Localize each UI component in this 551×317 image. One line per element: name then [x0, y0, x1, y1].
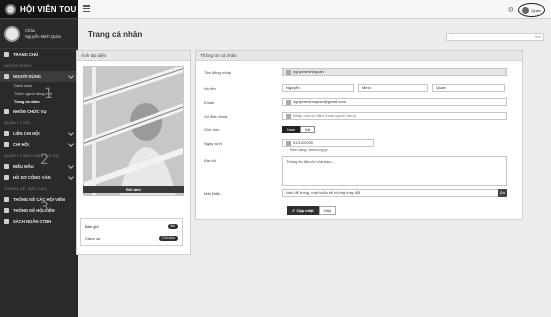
calendar-icon — [286, 140, 291, 146]
user-name: Nguyễn Minh Quân — [25, 33, 62, 39]
member-stats: Bản ghi Đủ Chức vụ Chủ tịch — [80, 218, 183, 246]
sidebar-sub-add-user[interactable]: Thêm người dùng mới — [0, 90, 78, 98]
phone-label: Số điện thoại — [204, 113, 228, 119]
sidebar: HỘI VIÊN TOU Chào Nguyễn Minh Quân TRANG… — [0, 0, 78, 317]
toggle-password-button[interactable]: Ẩn — [498, 189, 507, 197]
sidebar-item-branches[interactable]: CHI HỘI — [0, 139, 78, 150]
annotation-mark-1: 1 — [44, 86, 53, 102]
user-icon — [286, 69, 291, 75]
phone-field[interactable]: Nhập vào số điện thoại người dùng — [282, 112, 507, 120]
group-icon — [4, 131, 9, 136]
sidebar-item-docs[interactable]: HỒ SƠ CÔNG VĂN — [0, 172, 78, 183]
user-panel: Chào Nguyễn Minh Quân — [0, 19, 78, 49]
sidebar-item-members[interactable]: LIÊN CHI HỘI — [0, 128, 78, 139]
fullname-label: Họ tên — [204, 85, 216, 91]
dob-label: Ngày sinh — [204, 140, 222, 146]
email-label: Email — [204, 99, 215, 105]
first-name-field[interactable]: Quân — [432, 84, 505, 92]
menu-toggle-icon[interactable] — [83, 5, 90, 13]
sidebar-item-home[interactable]: TRANG CHỦ — [0, 49, 78, 60]
document-icon — [4, 175, 9, 180]
avatar — [522, 6, 530, 14]
change-photo-button[interactable]: Đổi ảnh — [83, 186, 184, 193]
gender-male-button[interactable]: Nam — [282, 126, 301, 133]
address-label: Địa chỉ — [204, 158, 217, 163]
topbar: ⚙ Quân — [78, 0, 551, 19]
signature-label: Mật khẩu — [204, 190, 221, 196]
sidebar-sub-profile[interactable]: Trang cá nhân — [0, 98, 78, 106]
phone-icon — [286, 113, 291, 119]
dob-field[interactable]: 31/12/2000 — [282, 139, 374, 147]
sidebar-item-users[interactable]: NGƯỜI DÙNG — [0, 71, 78, 82]
envelope-icon — [286, 99, 291, 105]
list-item: Chức vụ Chủ tịch — [81, 234, 182, 243]
gender-label: Giới tính — [204, 127, 220, 132]
chevron-down-icon — [68, 141, 74, 147]
search-button[interactable]: Go! — [535, 34, 541, 40]
avatar-card-title: Ảnh đại diện — [77, 51, 190, 61]
sidebar-item-stats-club[interactable]: THỐNG KÊ HỘI VIÊN — [0, 205, 78, 216]
email-field[interactable]: nguyenminhquan@gmail.com — [282, 98, 507, 106]
list-item: Bản ghi Đủ — [81, 222, 182, 231]
info-card-title: Thông tin cá nhân — [196, 51, 522, 61]
sidebar-group-associations: QUẢN LÝ HỘI — [4, 121, 31, 125]
personal-info-card: Thông tin cá nhân Tên đăng nhập nguyenmi… — [195, 50, 523, 220]
profile-photo-image — [84, 67, 183, 195]
last-name-field[interactable]: Nguyễn — [282, 84, 354, 92]
sidebar-header: HỘI VIÊN TOU — [0, 0, 78, 19]
gender-female-button[interactable]: Nữ — [300, 126, 316, 133]
annotation-mark-2: 2 — [40, 152, 49, 168]
status-badge: Đủ — [167, 224, 178, 229]
cancel-button[interactable]: Hủy — [319, 206, 337, 215]
chevron-down-icon — [68, 73, 74, 79]
chevron-down-icon — [68, 174, 74, 180]
users-icon — [4, 74, 9, 79]
branch-icon — [4, 142, 9, 147]
chevron-down-icon — [68, 130, 74, 136]
sidebar-group-users: NGƯỜI DÙNG — [4, 64, 32, 68]
app-brand[interactable]: HỘI VIÊN TOU — [20, 5, 76, 14]
sidebar-group-forms: QUẢN LÝ BIỂU MẪU, HỒ SƠ — [4, 154, 60, 158]
gear-icon[interactable]: ⚙ — [508, 6, 514, 14]
password-field[interactable]: Nếu để trống, mật khẩu sẽ không thay đổi… — [282, 189, 507, 197]
middle-name-field[interactable]: Minh — [358, 84, 428, 92]
chart-icon — [4, 197, 9, 202]
sidebar-sub-list[interactable]: Danh sách — [0, 82, 78, 90]
logo-icon — [5, 3, 16, 15]
dob-help: Định dạng: dd/mm/yyyy — [290, 148, 328, 152]
sidebar-item-stats-money[interactable]: SÁCH NGÂN CTBH — [0, 216, 78, 227]
sidebar-item-stats-members[interactable]: THỐNG KÊ CÁC HỘI VIÊN — [0, 194, 78, 205]
chart-icon — [4, 208, 9, 213]
user-menu-label: Quân — [531, 7, 541, 13]
username-field: nguyenminhquan — [282, 68, 507, 76]
avatar[interactable] — [4, 25, 20, 42]
home-icon — [4, 52, 9, 57]
user-menu[interactable]: Quân — [518, 3, 545, 17]
profile-photo — [83, 66, 184, 196]
chevron-down-icon — [68, 163, 74, 169]
page-title: Trang cá nhân — [88, 30, 143, 39]
search-input[interactable]: ... Go! — [446, 33, 544, 41]
username-label: Tên đăng nhập — [204, 69, 231, 75]
status-badge: Chủ tịch — [159, 236, 178, 241]
sidebar-item-roles[interactable]: NHÓM CHỨC VỤ — [0, 106, 78, 117]
money-icon — [4, 219, 9, 224]
sidebar-item-forms[interactable]: BIỂU MẪU — [0, 161, 78, 172]
annotation-mark-3: 3 — [40, 200, 49, 216]
sidebar-group-stats: THỐNG KÊ, BÁO CÁO — [4, 187, 47, 191]
form-icon — [4, 164, 9, 169]
address-textarea[interactable]: Thông tin địa chỉ của bạn... — [282, 156, 507, 186]
roles-icon — [4, 109, 9, 114]
save-button[interactable]: ✔ Cập nhật — [287, 206, 319, 215]
